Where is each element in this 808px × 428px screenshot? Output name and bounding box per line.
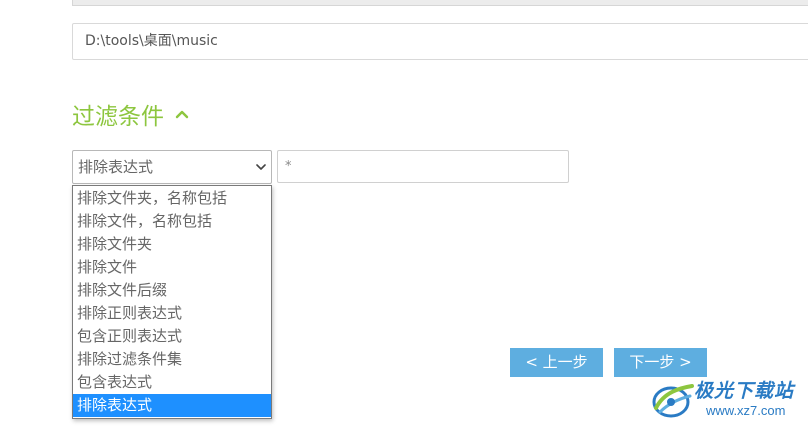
path-input[interactable]: D:\tools\桌面\music bbox=[72, 23, 808, 60]
site-watermark: 极光下载站 www.xz7.com bbox=[650, 372, 808, 428]
filter-expression-input[interactable]: * bbox=[277, 150, 569, 183]
filter-type-selected-value: 排除表达式 bbox=[78, 158, 154, 176]
dropdown-option[interactable]: 包含表达式 bbox=[73, 371, 271, 394]
dropdown-option[interactable]: 排除文件 bbox=[73, 256, 271, 279]
dropdown-option[interactable]: 排除文件夹 bbox=[73, 233, 271, 256]
dropdown-option[interactable]: 排除正则表达式 bbox=[73, 302, 271, 325]
chevron-down-icon bbox=[256, 164, 266, 170]
filter-type-select[interactable]: 排除表达式 bbox=[72, 150, 272, 184]
watermark-title: 极光下载站 bbox=[694, 380, 795, 402]
filter-section-toggle[interactable]: 过滤条件 bbox=[72, 98, 190, 130]
filter-type-dropdown-list: 排除文件夹，名称包括 排除文件，名称包括 排除文件夹 排除文件 排除文件后缀 排… bbox=[72, 185, 272, 419]
watermark-url: www.xz7.com bbox=[706, 403, 786, 418]
chevron-up-icon bbox=[175, 110, 189, 119]
aurora-logo-icon bbox=[652, 384, 694, 418]
dropdown-option-selected[interactable]: 排除表达式 bbox=[73, 394, 271, 417]
top-panel-edge bbox=[72, 0, 808, 6]
filter-section-title: 过滤条件 bbox=[72, 104, 164, 130]
dropdown-option[interactable]: 排除文件后缀 bbox=[73, 279, 271, 302]
dropdown-option[interactable]: 排除文件夹，名称包括 bbox=[73, 187, 271, 210]
dropdown-option[interactable]: 排除文件，名称包括 bbox=[73, 210, 271, 233]
previous-step-button[interactable]: < 上一步 bbox=[510, 348, 603, 377]
dropdown-option[interactable]: 排除过滤条件集 bbox=[73, 348, 271, 371]
dropdown-option[interactable]: 包含正则表达式 bbox=[73, 325, 271, 348]
